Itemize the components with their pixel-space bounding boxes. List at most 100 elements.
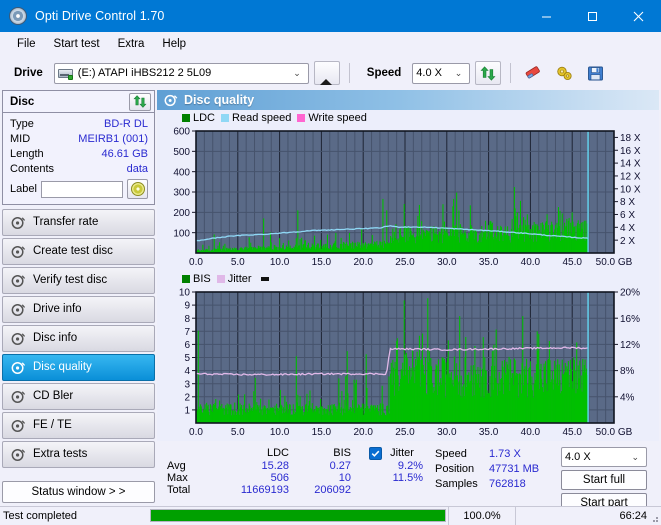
svg-text:20%: 20% bbox=[620, 288, 640, 299]
svg-text:15.0: 15.0 bbox=[312, 257, 332, 268]
speed-select[interactable]: 4.0 X ⌄ bbox=[412, 62, 471, 84]
disc-label-input[interactable] bbox=[40, 180, 123, 198]
cell-total-bis: 206092 bbox=[314, 484, 351, 496]
jitter-checkbox[interactable] bbox=[369, 447, 382, 460]
cell-total-jitter bbox=[351, 484, 427, 496]
sidebar-item-drive-info[interactable]: Drive info bbox=[2, 296, 155, 323]
disc-label-key: Label bbox=[10, 183, 37, 195]
chevron-down-icon: ⌄ bbox=[631, 451, 639, 462]
progress-bar-fill bbox=[151, 510, 445, 521]
svg-text:25.0: 25.0 bbox=[395, 257, 415, 268]
bis-plot: 1 2 3 4 5 6 7 8 9 10 4% 8% 12% 16% 20% 0.0 5.0 10.0 15.0 20… bbox=[157, 286, 659, 441]
disc-properties: Type BD-R DL MID MEIRB1 (001) Length 46.… bbox=[3, 113, 154, 204]
drive-select[interactable]: (E:) ATAPI iHBS212 2 5L09 ⌄ bbox=[53, 62, 309, 84]
eject-button[interactable] bbox=[313, 61, 340, 85]
svg-text:100: 100 bbox=[173, 228, 190, 239]
legend-label: BIS bbox=[193, 273, 211, 285]
sidebar-item-disc-info[interactable]: Disc info bbox=[2, 325, 155, 352]
window-title: Opti Drive Control 1.70 bbox=[35, 9, 165, 23]
refresh-button[interactable] bbox=[475, 61, 502, 85]
settings-button[interactable] bbox=[551, 61, 577, 85]
legend-label: Read speed bbox=[232, 112, 292, 124]
status-window-button[interactable]: Status window > > bbox=[2, 481, 155, 503]
eraser-icon bbox=[525, 65, 540, 78]
svg-text:10: 10 bbox=[179, 288, 191, 299]
svg-text:10.0: 10.0 bbox=[270, 427, 290, 438]
page-title: Disc quality bbox=[184, 93, 255, 107]
toolbar: Drive (E:) ATAPI iHBS212 2 5L09 ⌄ Speed … bbox=[0, 56, 661, 90]
disc-icon bbox=[11, 332, 26, 345]
minimize-icon[interactable] bbox=[523, 0, 569, 32]
jitter-label: Jitter bbox=[390, 447, 414, 460]
info-value-position: 47731 MB bbox=[489, 463, 540, 475]
svg-text:200: 200 bbox=[173, 208, 190, 219]
disc-icon bbox=[11, 303, 26, 316]
chevron-down-icon: ⌄ bbox=[293, 67, 301, 78]
sidebar-item-create-test-disc[interactable]: Create test disc bbox=[2, 238, 155, 265]
drive-icon bbox=[57, 66, 74, 80]
menu-start-test[interactable]: Start test bbox=[45, 35, 109, 53]
sidebar-item-transfer-rate[interactable]: Transfer rate bbox=[2, 209, 155, 236]
bis-chart: BIS Jitter 1 2 3 4 5 6 7 8 9 10 4% 8% 12% 16% 20% 0.0 5.… bbox=[157, 271, 659, 441]
toolbar-divider bbox=[348, 63, 350, 83]
resize-grip-icon[interactable] bbox=[648, 512, 659, 523]
cell-max-ldc: 506 bbox=[270, 472, 289, 484]
info-key-position: Position bbox=[435, 463, 475, 475]
sidebar-item-cd-bler[interactable]: CD Bler bbox=[2, 383, 155, 410]
disc-icon bbox=[11, 274, 26, 287]
menu-bar: File Start test Extra Help bbox=[0, 32, 661, 56]
sidebar-item-verify-test-disc[interactable]: Verify test disc bbox=[2, 267, 155, 294]
svg-text:45.0: 45.0 bbox=[562, 257, 582, 268]
svg-text:35.0: 35.0 bbox=[479, 257, 499, 268]
svg-text:20.0: 20.0 bbox=[353, 427, 373, 438]
disc-row-value: MEIRB1 (001) bbox=[78, 132, 148, 145]
test-speed-select[interactable]: 4.0 X ⌄ bbox=[561, 447, 647, 467]
maximize-icon[interactable] bbox=[569, 0, 615, 32]
info-value-speed: 1.73 X bbox=[489, 448, 521, 460]
row-label-total: Total bbox=[167, 484, 191, 496]
close-icon[interactable] bbox=[615, 0, 661, 32]
cell-avg-ldc: 15.28 bbox=[261, 460, 289, 472]
floppy-save-icon bbox=[587, 66, 603, 80]
sidebar-item-label: CD Bler bbox=[33, 389, 74, 402]
test-speed-value: 4.0 X bbox=[565, 451, 591, 463]
disc-label-button[interactable] bbox=[127, 179, 148, 199]
svg-text:45.0: 45.0 bbox=[562, 427, 582, 438]
sidebar-item-label: Disc info bbox=[33, 331, 78, 344]
legend-ldc: LDC bbox=[182, 112, 215, 124]
speed-select-value: 4.0 X bbox=[416, 67, 442, 79]
svg-text:25.0: 25.0 bbox=[395, 427, 415, 438]
erase-button[interactable] bbox=[520, 61, 546, 85]
start-full-button[interactable]: Start full bbox=[561, 470, 647, 490]
disc-row-contents: Contents data bbox=[10, 161, 148, 176]
disc-row-key: Length bbox=[10, 147, 44, 160]
legend-swatch-ldc bbox=[182, 114, 190, 122]
drive-select-value: (E:) ATAPI iHBS212 2 5L09 bbox=[77, 67, 212, 79]
svg-text:8: 8 bbox=[184, 314, 190, 325]
menu-file[interactable]: File bbox=[8, 35, 45, 53]
svg-text:35.0: 35.0 bbox=[479, 427, 499, 438]
svg-text:10.0: 10.0 bbox=[270, 257, 290, 268]
disc-refresh-button[interactable] bbox=[129, 92, 151, 111]
sidebar-item-disc-quality[interactable]: Disc quality bbox=[2, 354, 155, 381]
sidebar-item-extra-tests[interactable]: Extra tests bbox=[2, 441, 155, 468]
cell-max-bis: 10 bbox=[338, 472, 351, 484]
window-controls bbox=[523, 0, 661, 32]
column-header-ldc: LDC bbox=[266, 447, 289, 459]
sidebar-item-label: FE / TE bbox=[33, 418, 72, 431]
cell-max-jitter: 11.5% bbox=[392, 472, 423, 484]
sidebar: Disc Type BD-R DL MID MEIRB1 (001) Lengt… bbox=[0, 90, 157, 506]
ldc-chart-legend: LDC Read speed Write speed bbox=[157, 110, 659, 125]
svg-text:4%: 4% bbox=[620, 392, 635, 403]
sidebar-item-fe-te[interactable]: FE / TE bbox=[2, 412, 155, 439]
svg-text:15.0: 15.0 bbox=[312, 427, 332, 438]
save-button[interactable] bbox=[582, 61, 608, 85]
legend-jitter: Jitter bbox=[216, 273, 252, 285]
ldc-plot: 100 200 300 400 500 600 2 X 4 X 6 X 8 X 10 X 12 X 14… bbox=[157, 125, 659, 271]
info-row-speed: Speed 1.73 X bbox=[435, 447, 555, 462]
svg-text:50.0 GB: 50.0 GB bbox=[596, 257, 633, 268]
menu-extra[interactable]: Extra bbox=[109, 35, 154, 53]
menu-help[interactable]: Help bbox=[153, 35, 195, 53]
disc-icon bbox=[11, 245, 26, 258]
